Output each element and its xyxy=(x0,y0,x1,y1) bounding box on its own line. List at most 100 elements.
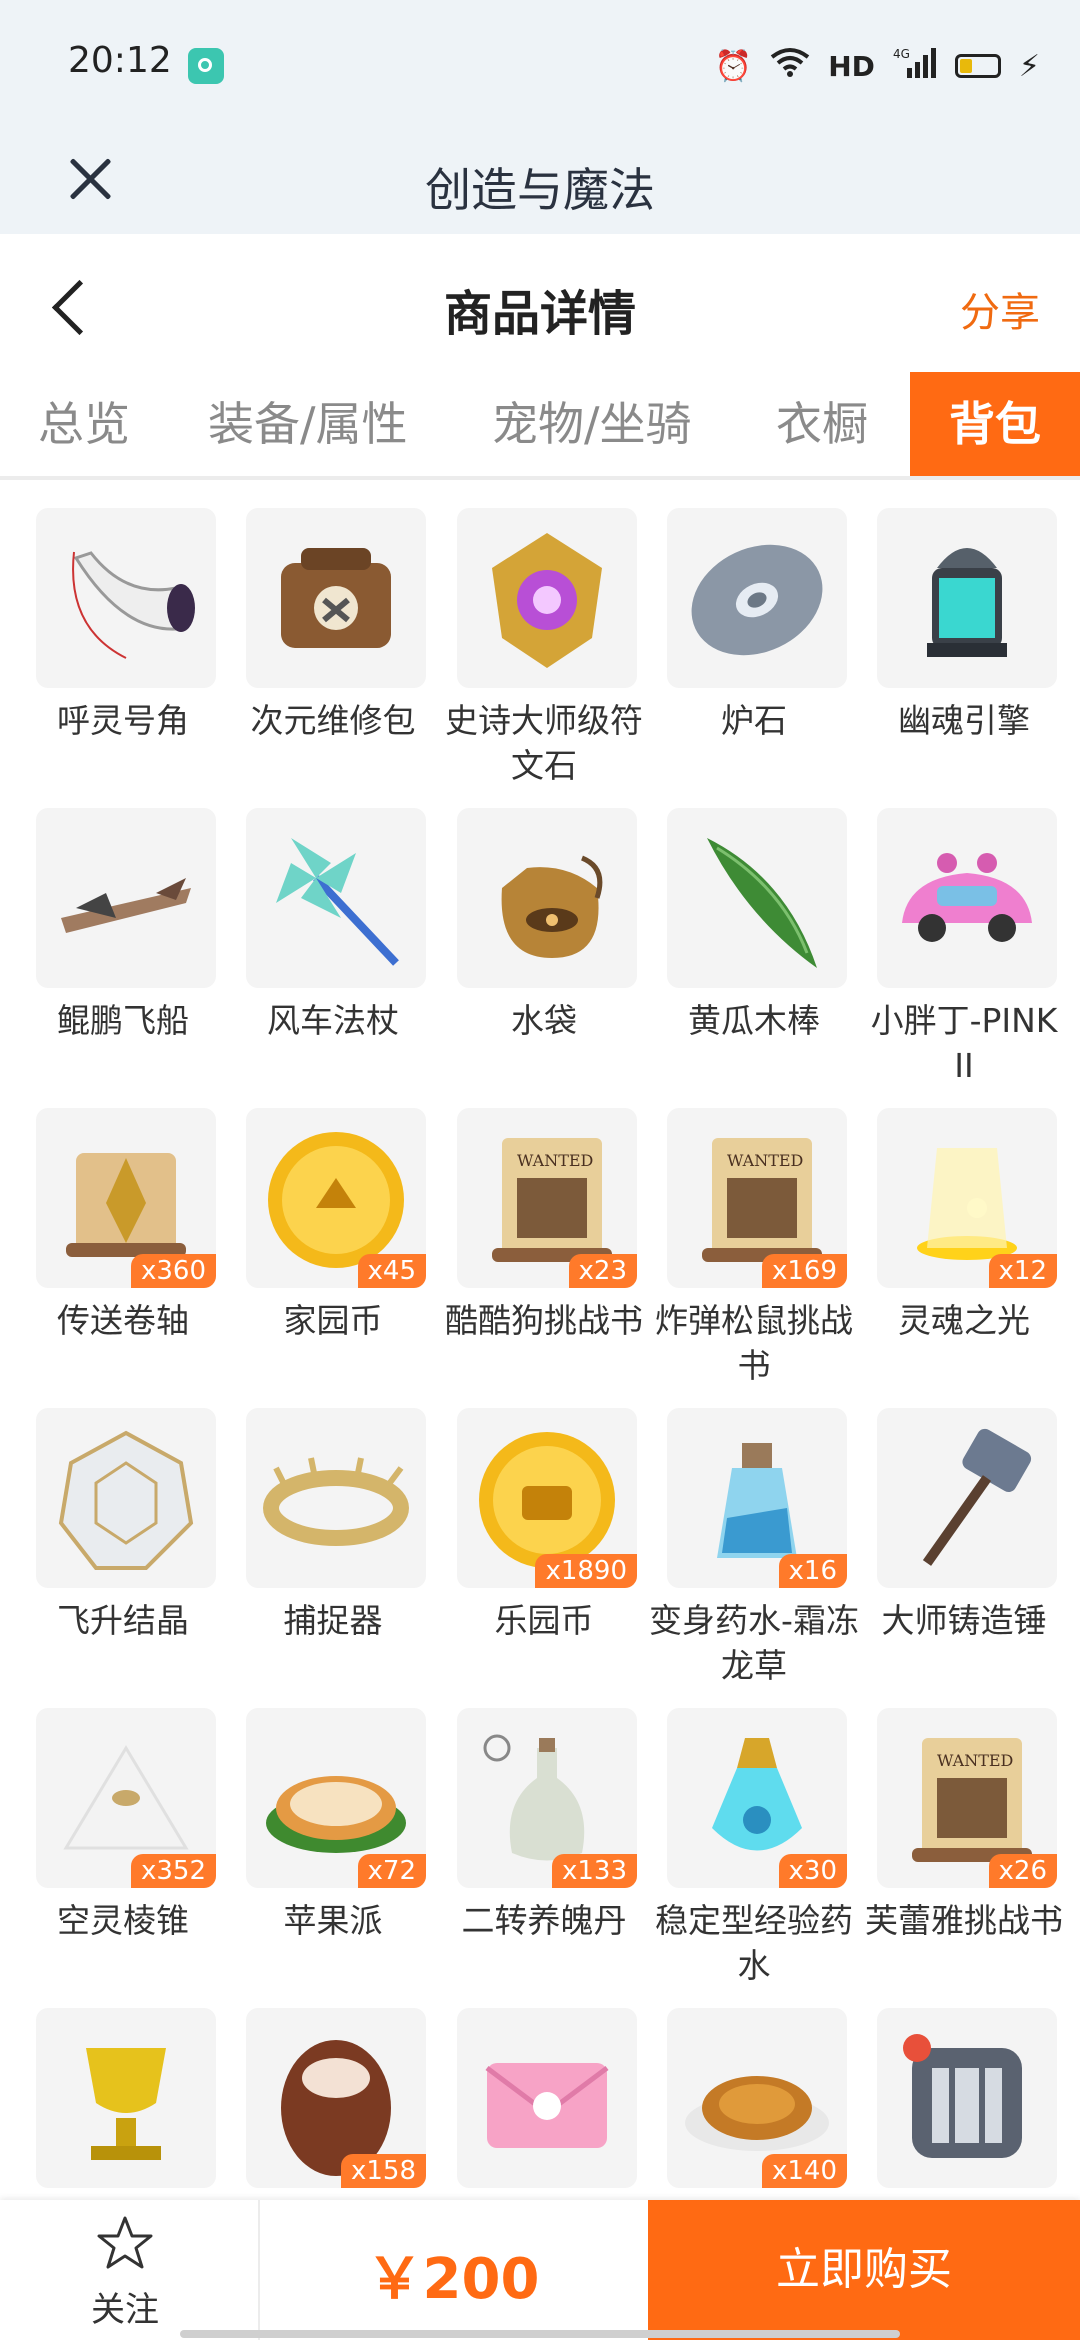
app-title: 创造与魔法 xyxy=(425,163,655,217)
item-cell[interactable] xyxy=(439,1980,649,2200)
status-time: 20:12 xyxy=(68,40,172,81)
repair-bag-icon xyxy=(246,508,426,688)
item-name: 水袋 xyxy=(511,1001,577,1040)
item-quantity-badge: x16 xyxy=(778,1554,847,1588)
catcher-icon xyxy=(246,1408,426,1588)
buy-now-button[interactable]: 立即购买 xyxy=(648,2200,1080,2340)
exp-potion-icon: x30 xyxy=(667,1708,847,1888)
horn-icon xyxy=(36,508,216,688)
item-cell[interactable]: x12 灵魂之光 xyxy=(859,1080,1069,1380)
item-cell[interactable]: x360 传送卷轴 xyxy=(18,1080,228,1380)
item-cell[interactable] xyxy=(859,1980,1069,2200)
item-cell[interactable]: WANTED x23 酷酷狗挑战书 xyxy=(439,1080,649,1380)
mini-app-header: 创造与魔法 xyxy=(0,128,1080,234)
item-cell[interactable]: 史诗大师级符文石 xyxy=(439,480,649,785)
star-icon xyxy=(97,2216,153,2269)
item-name: 变身药水-霜冻龙草 xyxy=(649,1601,859,1685)
item-name: 芙蕾雅挑战书 xyxy=(865,1901,1063,1940)
item-cell[interactable]: x1890 乐园币 xyxy=(439,1380,649,1680)
bottle-icon: x133 xyxy=(457,1708,637,1888)
item-name: 家园币 xyxy=(283,1301,383,1340)
item-quantity-badge: x23 xyxy=(568,1254,637,1288)
tab-backpack[interactable]: 背包 xyxy=(910,372,1080,476)
item-cell[interactable]: 黄瓜木棒 xyxy=(649,780,859,1080)
item-quantity-badge: x133 xyxy=(551,1854,637,1888)
item-name: 捕捉器 xyxy=(283,1601,383,1640)
item-cell[interactable]: x45 家园币 xyxy=(228,1080,438,1380)
price: ￥200 xyxy=(366,2247,540,2312)
item-name: 黄瓜木棒 xyxy=(688,1001,820,1040)
rune-stone-icon xyxy=(457,508,637,688)
potion-icon: x16 xyxy=(667,1408,847,1588)
svg-text:WANTED: WANTED xyxy=(517,1151,593,1170)
item-name: 风车法杖 xyxy=(267,1001,399,1040)
envelope-icon xyxy=(457,2008,637,2188)
item-cell[interactable]: 水袋 xyxy=(439,780,649,1080)
battery-icon xyxy=(954,54,1001,78)
tab-equipment[interactable]: 装备/属性 xyxy=(208,372,408,476)
item-cell[interactable]: x140 xyxy=(649,1980,859,2200)
hammer-icon xyxy=(877,1408,1057,1588)
item-name: 二转养魄丹 xyxy=(461,1901,627,1940)
hd-label: HD xyxy=(828,49,875,83)
item-quantity-badge: x1890 xyxy=(535,1554,637,1588)
mooncake-icon: x140 xyxy=(667,2008,847,2188)
item-cell[interactable]: 小胖丁-PINK II xyxy=(859,780,1069,1085)
pinwheel-staff-icon xyxy=(246,808,426,988)
pink-car-icon xyxy=(877,808,1057,988)
item-cell[interactable]: x352 空灵棱锥 xyxy=(18,1680,228,1980)
item-cell[interactable]: 飞升结晶 xyxy=(18,1380,228,1680)
tab-overview[interactable]: 总览 xyxy=(38,372,130,476)
home-coin-icon: x45 xyxy=(246,1108,426,1288)
soul-light-icon: x12 xyxy=(877,1108,1057,1288)
page-header: 商品详情 分享 xyxy=(0,234,1080,372)
home-indicator xyxy=(180,2330,900,2338)
share-button[interactable]: 分享 xyxy=(960,280,1040,338)
item-cell[interactable]: 捕捉器 xyxy=(228,1380,438,1680)
item-name: 次元维修包 xyxy=(250,701,416,740)
item-cell[interactable]: 鲲鹏飞船 xyxy=(18,780,228,1080)
wanted-scroll-icon: WANTED x23 xyxy=(457,1108,637,1288)
item-name: 苹果派 xyxy=(283,1901,383,1940)
item-cell[interactable]: x158 xyxy=(228,1980,438,2200)
item-cell[interactable]: x133 二转养魄丹 xyxy=(439,1680,649,1980)
item-cell[interactable] xyxy=(18,1980,228,2200)
tab-wardrobe[interactable]: 衣橱 xyxy=(776,372,868,476)
item-quantity-badge: x45 xyxy=(357,1254,426,1288)
item-quantity-badge: x72 xyxy=(357,1854,426,1888)
item-name: 灵魂之光 xyxy=(898,1301,1030,1340)
item-quantity-badge: x12 xyxy=(988,1254,1057,1288)
item-cell[interactable]: 大师铸造锤 xyxy=(859,1380,1069,1680)
item-name: 呼灵号角 xyxy=(57,701,189,740)
item-cell[interactable]: WANTED x26 芙蕾雅挑战书 xyxy=(859,1680,1069,1980)
pyramid-icon: x352 xyxy=(36,1708,216,1888)
item-quantity-badge: x360 xyxy=(130,1254,216,1288)
park-coin-icon: x1890 xyxy=(457,1408,637,1588)
item-name: 空灵棱锥 xyxy=(57,1901,189,1940)
item-cell[interactable]: 炉石 xyxy=(649,480,859,780)
item-quantity-badge: x26 xyxy=(988,1854,1057,1888)
pet-cage-icon xyxy=(877,2008,1057,2188)
item-cell[interactable]: x16 变身药水-霜冻龙草 xyxy=(649,1380,859,1685)
item-quantity-badge: x352 xyxy=(130,1854,216,1888)
tab-pets[interactable]: 宠物/坐骑 xyxy=(492,372,692,476)
item-cell[interactable]: 幽魂引擎 xyxy=(859,480,1069,780)
item-cell[interactable]: WANTED x169 炸弹松鼠挑战书 xyxy=(649,1080,859,1385)
item-cell[interactable]: x30 稳定型经验药水 xyxy=(649,1680,859,1985)
item-quantity-badge: x169 xyxy=(761,1254,847,1288)
item-name: 幽魂引擎 xyxy=(898,701,1030,740)
item-quantity-badge: x30 xyxy=(778,1854,847,1888)
signal-icon: 4G xyxy=(893,46,937,86)
item-name: 鲲鹏飞船 xyxy=(57,1001,189,1040)
item-cell[interactable]: 风车法杖 xyxy=(228,780,438,1080)
water-bag-icon xyxy=(457,808,637,988)
cucumber-icon xyxy=(667,808,847,988)
item-cell[interactable]: x72 苹果派 xyxy=(228,1680,438,1980)
teleport-scroll-icon: x360 xyxy=(36,1108,216,1288)
svg-text:WANTED: WANTED xyxy=(727,1151,803,1170)
item-cell[interactable]: 呼灵号角 xyxy=(18,480,228,780)
follow-button[interactable]: 关注 xyxy=(60,2212,190,2332)
tab-bar: 总览 装备/属性 宠物/坐骑 衣橱 背包 xyxy=(0,372,1080,480)
item-cell[interactable]: 次元维修包 xyxy=(228,480,438,780)
bottom-bar: 关注 ￥200 立即购买 xyxy=(0,2200,1080,2340)
